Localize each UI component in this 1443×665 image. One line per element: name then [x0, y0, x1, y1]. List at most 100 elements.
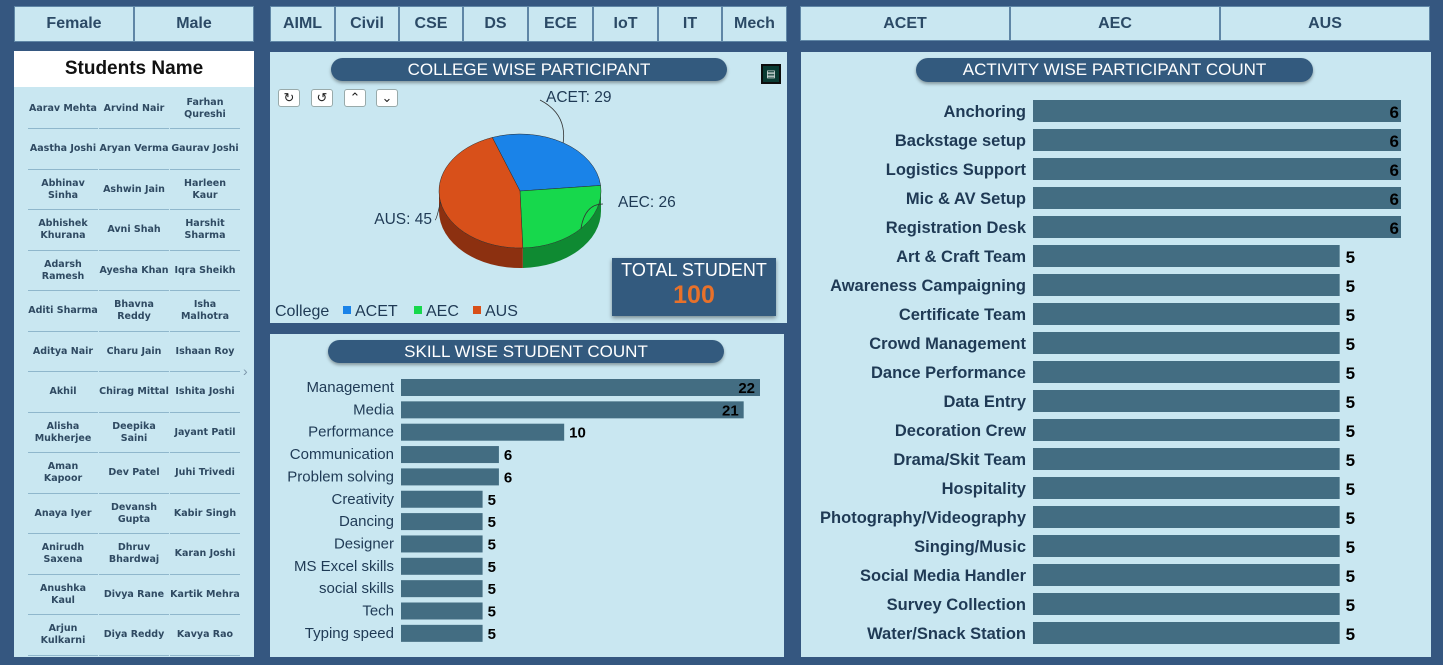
- student-name-item[interactable]: Kavya Rao: [170, 616, 240, 656]
- student-name-item[interactable]: Kartik Mehra: [170, 575, 240, 615]
- filter-dept-ds[interactable]: DS: [463, 6, 528, 42]
- skill-category-label: Designer: [334, 535, 394, 552]
- activity-bar[interactable]: [1033, 274, 1340, 296]
- activity-bar[interactable]: [1033, 303, 1340, 325]
- activity-bar[interactable]: [1033, 535, 1340, 557]
- activity-value-label: 5: [1346, 596, 1355, 615]
- activity-bar[interactable]: [1033, 158, 1401, 180]
- activity-bar[interactable]: [1033, 332, 1340, 354]
- student-name-item[interactable]: Harleen Kaur: [170, 170, 240, 210]
- student-name-item[interactable]: Dev Patel: [99, 454, 169, 494]
- student-name-item[interactable]: Charu Jain: [99, 332, 169, 372]
- student-name-item[interactable]: Avni Shah: [99, 211, 169, 251]
- activity-bar[interactable]: [1033, 216, 1401, 238]
- skill-bar[interactable]: [401, 423, 565, 441]
- skill-bar[interactable]: [401, 624, 483, 642]
- student-name-item[interactable]: Anirudh Saxena: [28, 535, 98, 575]
- skill-bar[interactable]: [401, 446, 499, 464]
- skill-bar[interactable]: [401, 602, 483, 620]
- student-name-item[interactable]: Isha Malhotra: [170, 292, 240, 332]
- filter-acet[interactable]: ACET: [800, 6, 1010, 41]
- student-name-item[interactable]: Ashwin Jain: [99, 170, 169, 210]
- student-name-item[interactable]: Abhishek Khurana: [28, 211, 98, 251]
- skill-bar[interactable]: [401, 401, 744, 419]
- filter-dept-civil[interactable]: Civil: [335, 6, 399, 42]
- filter-dept-iot[interactable]: IoT: [593, 6, 658, 42]
- activity-bar[interactable]: [1033, 564, 1340, 586]
- filter-aus[interactable]: AUS: [1220, 6, 1430, 41]
- student-name-item[interactable]: Chirag Mittal: [99, 373, 169, 413]
- student-name-item[interactable]: Abhinav Sinha: [28, 170, 98, 210]
- student-name-item[interactable]: Jayant Patil: [170, 413, 240, 453]
- filter-female[interactable]: Female: [14, 6, 134, 42]
- student-name-item[interactable]: Anushka Kaul: [28, 575, 98, 615]
- student-name-item[interactable]: Arjun Kulkarni: [28, 616, 98, 656]
- skill-bar-chart: Management 22 Media 21 Performance 10 Communic…: [287, 379, 760, 643]
- legend-item[interactable]: ACET: [355, 303, 398, 320]
- activity-bar[interactable]: [1033, 361, 1340, 383]
- filter-dept-mech[interactable]: Mech: [722, 6, 787, 42]
- filter-male[interactable]: Male: [134, 6, 254, 42]
- student-name-item[interactable]: Aditya Nair: [28, 332, 98, 372]
- student-name-item[interactable]: Kabir Singh: [170, 494, 240, 534]
- total-student-label: TOTAL STUDENT: [621, 260, 767, 280]
- student-name-item[interactable]: Farhan Qureshi: [170, 89, 240, 129]
- student-name-item[interactable]: Bhavna Reddy: [99, 292, 169, 332]
- activity-bar[interactable]: [1033, 622, 1340, 644]
- skill-bar[interactable]: [401, 535, 483, 553]
- activity-bar[interactable]: [1033, 419, 1340, 441]
- student-name-item[interactable]: Ishaan Roy: [170, 332, 240, 372]
- filter-dept-cse[interactable]: CSE: [399, 6, 463, 42]
- skill-bar[interactable]: [401, 468, 499, 486]
- activity-bar[interactable]: [1033, 593, 1340, 615]
- student-name-item[interactable]: Juhi Trivedi: [170, 454, 240, 494]
- scroll-right-chevron-icon[interactable]: ›: [243, 363, 248, 379]
- student-name-item[interactable]: Ishita Joshi: [170, 373, 240, 413]
- activity-category-label: Drama/Skit Team: [893, 451, 1026, 469]
- activity-category-label: Mic & AV Setup: [906, 190, 1026, 208]
- activity-bar[interactable]: [1033, 100, 1401, 122]
- filter-aec[interactable]: AEC: [1010, 6, 1220, 41]
- student-name-item[interactable]: Anaya Iyer: [28, 494, 98, 534]
- activity-bar[interactable]: [1033, 448, 1340, 470]
- skill-bar[interactable]: [401, 513, 483, 531]
- filter-dept-it[interactable]: IT: [658, 6, 722, 42]
- student-name-item[interactable]: Harshit Sharma: [170, 211, 240, 251]
- student-name-item[interactable]: Ayesha Khan: [99, 251, 169, 291]
- skill-bar[interactable]: [401, 580, 483, 598]
- student-name-item[interactable]: Iqra Sheikh: [170, 251, 240, 291]
- activity-bar[interactable]: [1033, 187, 1401, 209]
- skill-bar[interactable]: [401, 379, 760, 396]
- skill-value-label: 21: [722, 402, 739, 419]
- skill-bar[interactable]: [401, 490, 483, 508]
- student-name-item[interactable]: Aditi Sharma: [28, 292, 98, 332]
- skill-bar[interactable]: [401, 557, 483, 575]
- filter-dept-aiml[interactable]: AIML: [270, 6, 335, 42]
- filter-dept-ece[interactable]: ECE: [528, 6, 593, 42]
- student-name-item[interactable]: Aman Kapoor: [28, 454, 98, 494]
- activity-bar[interactable]: [1033, 506, 1340, 528]
- student-name-item[interactable]: Deepika Saini: [99, 413, 169, 453]
- student-name-item[interactable]: Gaurav Joshi: [170, 130, 240, 170]
- student-name-item[interactable]: Alisha Mukherjee: [28, 413, 98, 453]
- student-name-item[interactable]: Dhruv Bhardwaj: [99, 535, 169, 575]
- student-name-item[interactable]: Karan Joshi: [170, 535, 240, 575]
- activity-bar[interactable]: [1033, 390, 1340, 412]
- activity-bar[interactable]: [1033, 477, 1340, 499]
- student-name-item[interactable]: Diya Reddy: [99, 616, 169, 656]
- student-name-item[interactable]: Arvind Nair: [99, 89, 169, 129]
- student-name-item[interactable]: Aarav Mehta: [28, 89, 98, 129]
- activity-value-label: 5: [1346, 393, 1355, 412]
- activity-bar[interactable]: [1033, 245, 1340, 267]
- student-name-item[interactable]: Adarsh Ramesh: [28, 251, 98, 291]
- legend-item[interactable]: AUS: [485, 303, 518, 320]
- activity-bar[interactable]: [1033, 129, 1401, 151]
- student-name-item[interactable]: Akhil: [28, 373, 98, 413]
- student-name-item[interactable]: Devansh Gupta: [99, 494, 169, 534]
- student-name-item[interactable]: Aastha Joshi: [28, 130, 98, 170]
- students-name-slicer[interactable]: Aarav Mehta Arvind Nair Farhan Qureshi Aast…: [14, 87, 254, 657]
- skill-value-label: 5: [488, 581, 496, 598]
- legend-item[interactable]: AEC: [426, 303, 459, 320]
- student-name-item[interactable]: Divya Rane: [99, 575, 169, 615]
- student-name-item[interactable]: Aryan Verma: [99, 130, 169, 170]
